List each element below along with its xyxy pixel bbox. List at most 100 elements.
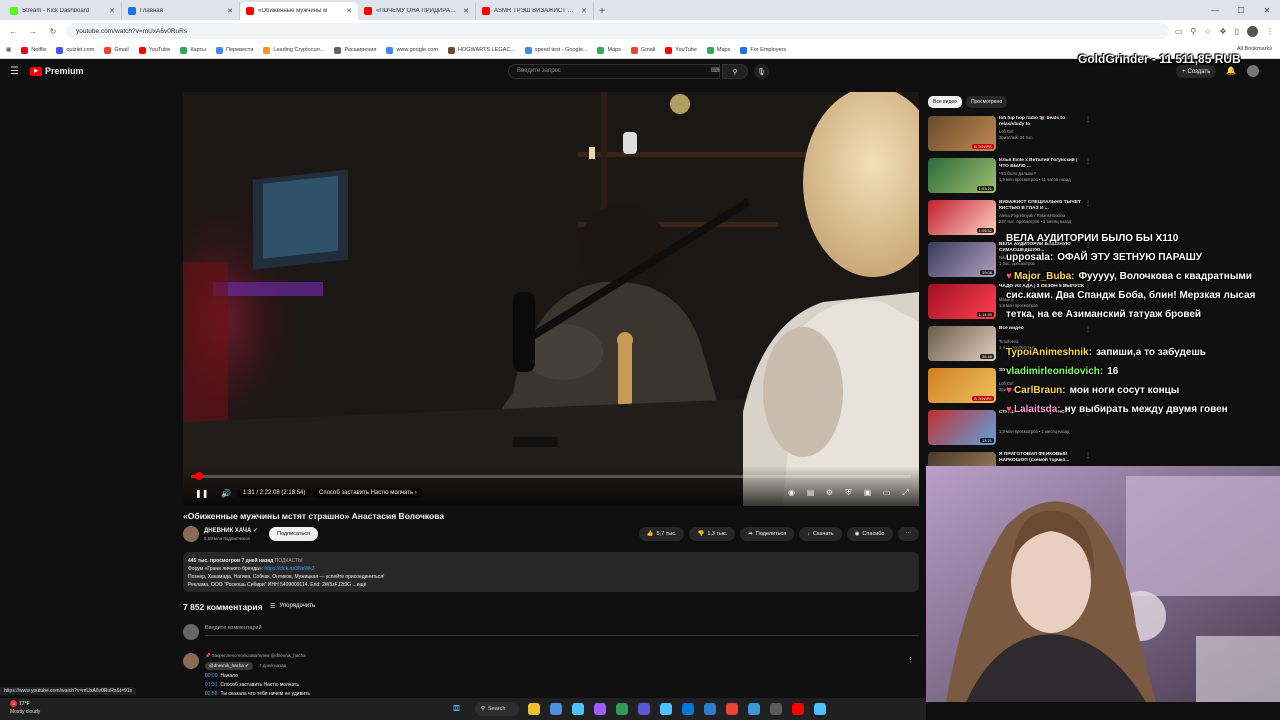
video-menu-icon[interactable]: ⋮ (1085, 326, 1091, 333)
filter-chip[interactable]: Просмотрено (965, 96, 1008, 108)
bookmark-item[interactable]: Gmail (630, 46, 655, 54)
account-avatar[interactable] (1247, 65, 1259, 77)
weather-widget[interactable]: 3 77°F Mostly cloudy (10, 700, 40, 716)
video-thumbnail[interactable]: 1:53:21 (928, 158, 996, 193)
bookmark-item[interactable]: Maps (597, 46, 621, 54)
forward-icon[interactable]: → (26, 24, 40, 38)
progress-scrubber[interactable] (194, 472, 203, 480)
video-menu-icon[interactable]: ⋮ (1085, 200, 1091, 207)
back-icon[interactable]: ← (6, 24, 20, 38)
video-thumbnail[interactable]: 1:14:50 (928, 284, 996, 319)
description-tag[interactable]: ПОДКАСТЫ (275, 558, 303, 564)
video-thumbnail[interactable]: 19:08 (928, 242, 996, 277)
bookmark-item[interactable]: Leading Cryptocurr... (263, 46, 324, 54)
taskbar-app-icon[interactable] (594, 703, 606, 715)
youtube-search-input[interactable]: Введите запрос (508, 64, 720, 79)
timestamp-link[interactable]: 00:00 (205, 673, 218, 679)
pause-icon[interactable]: ❚❚ (195, 489, 208, 498)
bookmark-item[interactable]: Netflix (21, 46, 46, 54)
more-actions-button[interactable]: ⋯ (897, 527, 919, 541)
bookmark-item[interactable]: Карты (180, 46, 206, 54)
close-icon[interactable]: ✕ (1254, 0, 1280, 20)
browser-tab[interactable]: «ПОЧЕМУ ОНА ПРИДИРАЕТС ✕ (358, 2, 476, 20)
subtitles-icon[interactable]: ▤ (805, 488, 816, 498)
video-menu-icon[interactable]: ⋮ (1085, 116, 1091, 123)
star-icon[interactable]: ☆ (1204, 27, 1211, 36)
bookmark-item[interactable]: YouTube (138, 46, 170, 54)
taskbar-app-icon[interactable] (704, 703, 716, 715)
bookmark-item[interactable]: HOGWARTS LEGAC... (448, 46, 515, 54)
voice-search-button[interactable]: 🎙 (754, 64, 769, 79)
settings-gear-icon[interactable]: ⚙ (824, 488, 835, 498)
taskbar-search[interactable]: ⚲ Search (475, 702, 519, 716)
taskbar-app-icon[interactable] (748, 703, 760, 715)
video-player[interactable]: ❚❚ 🔊 1:31 / 2:22:08 (2:18:54) Способ зас… (183, 92, 919, 506)
video-thumbnail[interactable]: 1:05:52 (928, 200, 996, 235)
bookmark-item[interactable]: YouTube (665, 46, 697, 54)
bookmark-item[interactable]: For Employers (740, 46, 786, 54)
video-thumbnail[interactable]: В ЭФИРЕ (928, 116, 996, 151)
minimize-icon[interactable]: — (1202, 0, 1228, 20)
zoom-icon[interactable]: ⚲ (1190, 27, 1196, 36)
video-menu-icon[interactable]: ⋮ (1085, 158, 1091, 165)
taskbar-app-icon[interactable] (638, 703, 650, 715)
bookmark-item[interactable]: speed test - Google... (524, 46, 587, 54)
subscribe-button[interactable]: Подписаться (269, 527, 318, 541)
taskbar-app-icon[interactable] (814, 703, 826, 715)
miniplayer-icon[interactable]: ▣ (862, 488, 873, 498)
theater-mode-icon[interactable]: ▭ (881, 488, 892, 498)
volume-icon[interactable]: 🔊 (221, 489, 231, 498)
pinned-comment-avatar[interactable] (183, 653, 199, 669)
notifications-bell-icon[interactable]: 🔔 (1226, 66, 1236, 75)
keyboard-icon[interactable]: ⌨ (711, 67, 720, 74)
windows-start-icon[interactable]: ⧈ (453, 702, 460, 715)
progress-bar[interactable] (191, 472, 911, 480)
shield-icon[interactable]: ⛨ (843, 488, 854, 498)
taskbar-app-icon[interactable] (528, 703, 540, 715)
taskbar-app-icon[interactable] (616, 703, 628, 715)
recommended-video[interactable]: 1:53:21 Илья Exile x Виталий Гогунский | … (928, 158, 1098, 193)
tab-close-icon[interactable]: ✕ (227, 7, 233, 15)
profile-avatar[interactable] (1247, 25, 1258, 37)
hamburger-menu-icon[interactable]: ☰ (10, 66, 19, 77)
tab-close-icon[interactable]: ✕ (109, 7, 115, 15)
like-button[interactable]: 👍 5,7 тыс. (638, 527, 685, 541)
taskbar-app-icon[interactable] (682, 703, 694, 715)
search-button[interactable]: ⚲ (722, 64, 748, 79)
all-bookmarks[interactable]: All Bookmarks (1237, 46, 1272, 52)
chapter-title[interactable]: Способ заставить Настю молчать › (313, 488, 423, 498)
description-link[interactable]: https://clck.ru/3NeWk3 (264, 566, 314, 572)
dislike-button[interactable]: 👎 1,3 тыс. (689, 527, 736, 541)
timestamp-link[interactable]: 02:58 (205, 691, 218, 697)
sort-comments-button[interactable]: ☰ Упорядочить (270, 603, 315, 610)
bookmark-item[interactable]: Maps (706, 46, 730, 54)
taskbar-app-icon[interactable] (792, 703, 804, 715)
browser-tab[interactable]: Stream - Kick Dashboard ✕ (4, 2, 122, 20)
autoplay-toggle-icon[interactable]: ◉ (786, 488, 797, 498)
channel-name[interactable]: ДНЕВНИК ХАЧА ✔ (204, 527, 258, 534)
description-box[interactable]: 445 тыс. просмотров 7 дней назад ПОДКАСТ… (183, 552, 919, 592)
video-thumbnail[interactable]: В ЭФИРЕ (928, 368, 996, 403)
bookmark-item[interactable]: Gmail (104, 46, 129, 54)
timestamp-link[interactable]: 01:31 (205, 682, 218, 688)
new-tab-icon[interactable]: + (594, 2, 610, 20)
cast-icon[interactable]: ▭ (1175, 27, 1183, 36)
reload-icon[interactable]: ↻ (46, 24, 60, 38)
pinned-author[interactable]: @dnevnik_hacha ✔ (205, 662, 253, 670)
video-menu-icon[interactable]: ⋮ (1085, 452, 1091, 459)
video-thumbnail[interactable]: 13:21 (928, 410, 996, 445)
tab-close-icon[interactable]: ✕ (346, 7, 352, 15)
taskbar-app-icon[interactable] (572, 703, 584, 715)
create-button[interactable]: + Создать (1176, 65, 1217, 78)
taskbar-app-icon[interactable] (550, 703, 562, 715)
recommended-video[interactable]: В ЭФИРЕ lofi hip hop radio 📚 beats to rel… (928, 116, 1098, 151)
bookmark-item[interactable]: www.google.com (386, 46, 438, 54)
browser-tab[interactable]: ASMR ТРЭШ ВИЗАЖИСТ ДЕЛ ✕ (476, 2, 594, 20)
menu-dots-icon[interactable]: ⋮ (1266, 27, 1274, 36)
apps-grid-icon[interactable]: ▦ (6, 47, 11, 53)
taskbar-app-icon[interactable] (770, 703, 782, 715)
browser-tab[interactable]: Главная ✕ (122, 2, 240, 20)
fullscreen-icon[interactable]: ⤢ (900, 488, 911, 498)
filter-chip[interactable]: Все видео (928, 96, 962, 108)
url-input[interactable]: youtube.com/watch?v=mUxA6v0RuRs (66, 23, 1169, 39)
